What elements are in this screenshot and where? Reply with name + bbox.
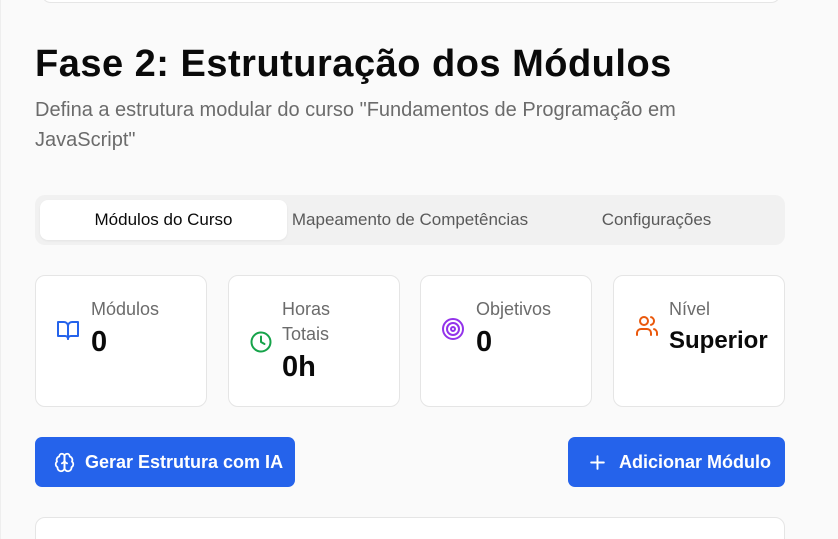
book-open-icon: [57, 321, 79, 340]
page-title: Fase 2: Estruturação dos Módulos: [35, 43, 672, 85]
stat-value-level: Superior: [669, 327, 768, 354]
tab-modulos-do-curso[interactable]: Módulos do Curso: [40, 200, 287, 240]
brain-icon: [54, 452, 75, 472]
tab-bar: Módulos do Curso Mapeamento de Competênc…: [35, 195, 785, 245]
stat-card-modules: Módulos 0: [35, 275, 207, 407]
add-module-button[interactable]: Adicionar Módulo: [568, 437, 785, 487]
previous-card: [41, 0, 781, 3]
stat-card-objectives: Objetivos 0: [420, 275, 592, 407]
stat-value-hours: 0h: [282, 351, 316, 383]
plus-icon: [590, 454, 605, 470]
stat-label-level: Nível: [669, 299, 711, 319]
clock-icon: [250, 331, 272, 353]
stat-value-modules: 0: [91, 326, 108, 358]
stat-card-level: Nível Superior: [613, 275, 785, 407]
stat-label-objectives: Objetivos: [476, 299, 552, 319]
generate-structure-label: Gerar Estrutura com IA: [85, 451, 284, 472]
add-module-label: Adicionar Módulo: [619, 451, 771, 472]
modules-list-card: [35, 517, 785, 539]
stat-label-hours: Horas Totais: [282, 299, 331, 344]
target-icon: [442, 318, 464, 340]
users-icon: [636, 316, 658, 336]
page-subtitle: Defina a estrutura modular do curso "Fun…: [35, 99, 676, 151]
tab-mapeamento-de-competencias[interactable]: Mapeamento de Competências: [279, 200, 541, 240]
generate-structure-button[interactable]: Gerar Estrutura com IA: [35, 437, 295, 487]
stat-card-hours: Horas Totais 0h: [228, 275, 400, 407]
stat-label-modules: Módulos: [91, 299, 160, 319]
tab-configuracoes[interactable]: Configurações: [535, 200, 778, 240]
page: Fase 2: Estruturação dos Módulos Defina …: [0, 0, 838, 539]
stat-value-objectives: 0: [476, 326, 493, 358]
